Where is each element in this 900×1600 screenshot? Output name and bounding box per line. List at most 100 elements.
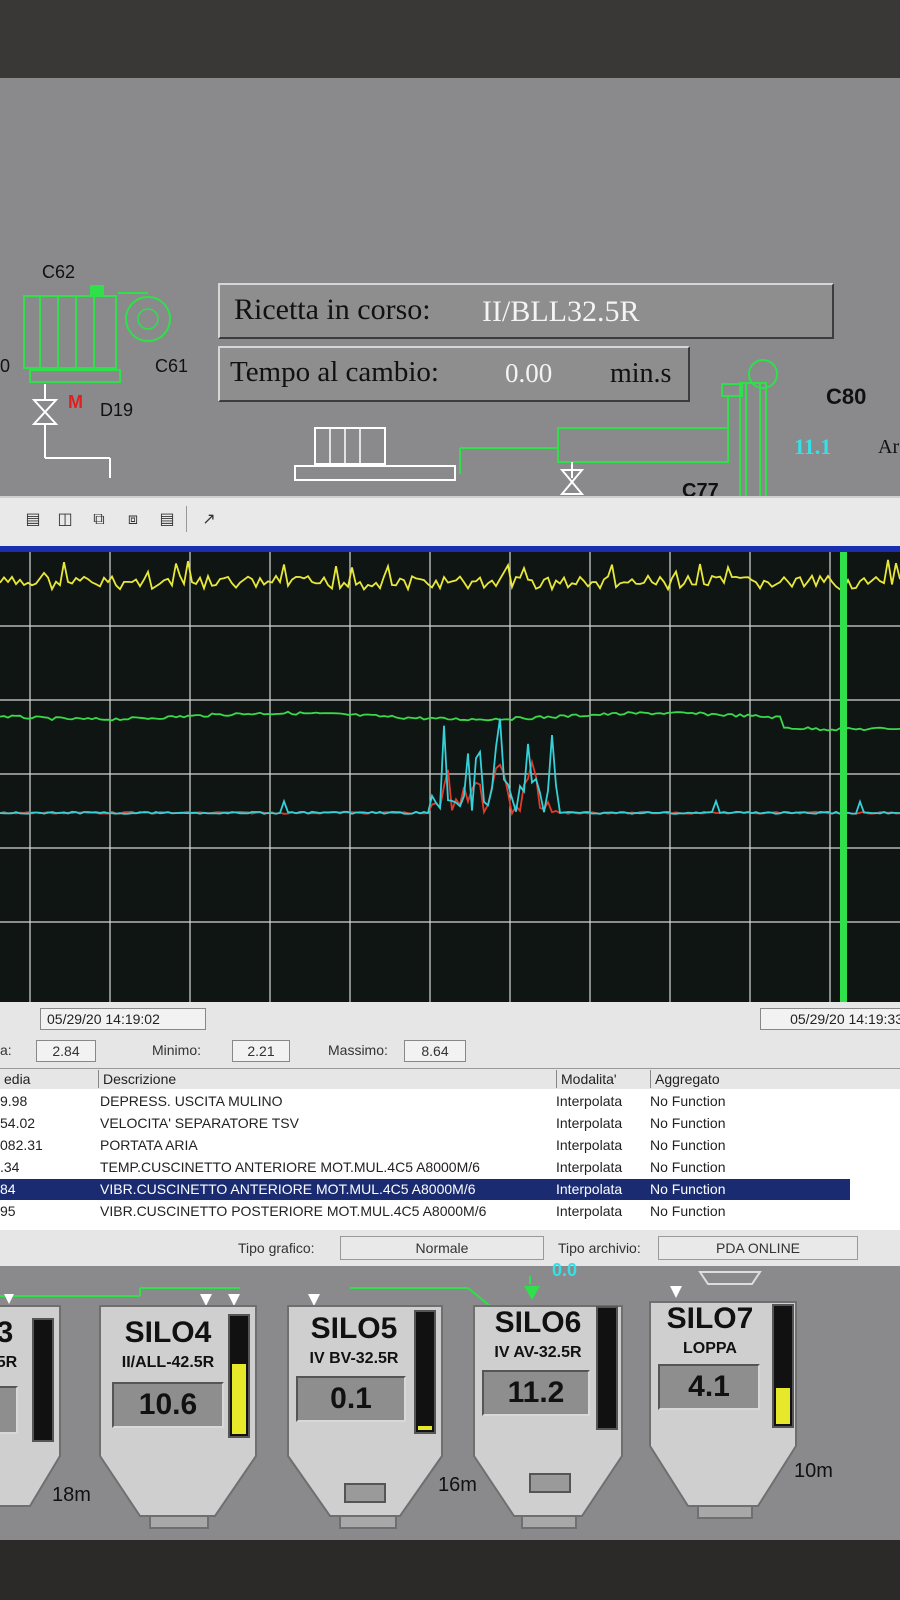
value-cyan: 11.1 xyxy=(794,434,832,459)
motor-status-m: M xyxy=(68,392,83,412)
table-row[interactable]: 082.31 PORTATA ARIA Interpolata No Function xyxy=(0,1135,850,1156)
cell-mode: Interpolata xyxy=(556,1181,623,1197)
pen-icon[interactable]: ↗ xyxy=(198,508,220,530)
distance-16m: 16m xyxy=(438,1474,477,1496)
media-value: 2.84 xyxy=(36,1040,96,1062)
pens-table: edia Descrizione Modalita' Aggregato 9.9… xyxy=(0,1068,900,1231)
stats-row: a: 2.84 Minimo: 2.21 Massimo: 8.64 xyxy=(0,1036,900,1068)
timestamp-row: 05/29/20 14:19:02 05/29/20 14:19:33 xyxy=(0,1002,900,1036)
trend-chart[interactable] xyxy=(0,546,900,1006)
silo6-level-meter xyxy=(596,1306,618,1430)
export-icon[interactable]: ⧈ xyxy=(122,508,144,530)
cell-agg: No Function xyxy=(650,1203,726,1219)
silo7-sub: LOPPA xyxy=(683,1340,737,1357)
change-value: 0.00 xyxy=(505,358,553,388)
cell-mode: Interpolata xyxy=(556,1137,623,1153)
cell-media: 082.31 xyxy=(0,1137,43,1153)
start-timestamp[interactable]: 05/29/20 14:19:02 xyxy=(40,1008,206,1030)
silo5-value: 0.1 xyxy=(296,1376,406,1422)
silo5-sub: IV BV-32.5R xyxy=(309,1350,399,1367)
table-row[interactable]: 54.02 VELOCITA' SEPARATORE TSV Interpolata… xyxy=(0,1113,850,1134)
table-row[interactable]: 84 VIBR.CUSCINETTO ANTERIORE MOT.MUL.4C5 … xyxy=(0,1179,850,1200)
silo5-level-meter xyxy=(414,1310,436,1434)
min-label: Minimo: xyxy=(152,1042,202,1058)
grid-icon[interactable]: ▤ xyxy=(22,508,44,530)
silo6-sub: IV AV-32.5R xyxy=(494,1344,582,1361)
label-c80: C80 xyxy=(826,384,867,409)
cell-agg: No Function xyxy=(650,1181,726,1197)
label-d19: D19 xyxy=(100,400,134,420)
silo3-level-meter xyxy=(32,1318,54,1442)
silo4-value: 10.6 xyxy=(112,1382,224,1428)
time-cursor[interactable] xyxy=(840,552,847,1006)
cell-mode: Interpolata xyxy=(556,1159,623,1175)
recipe-value: II/BLL32.5R xyxy=(482,295,640,328)
table-header: edia Descrizione Modalita' Aggregato xyxy=(0,1069,900,1089)
silo4-level-meter xyxy=(228,1314,250,1438)
cell-media: .34 xyxy=(0,1159,20,1175)
cell-media: 54.02 xyxy=(0,1115,36,1131)
cell-desc: PORTATA ARIA xyxy=(100,1137,198,1153)
tipo-grafico-label: Tipo grafico: xyxy=(238,1240,315,1256)
silo3-value xyxy=(0,1386,18,1434)
trend-chart-container xyxy=(0,540,900,1006)
silos-area: 3 5R SILO4 II/ALL-42.5R 10.6 SILO5 IV BV… xyxy=(0,1260,900,1558)
recipe-label: Ricetta in corso: xyxy=(234,293,431,326)
silo4-sub: II/ALL-42.5R xyxy=(121,1354,215,1371)
silo7-level-fill xyxy=(776,1388,790,1424)
silo4-name: SILO4 xyxy=(124,1316,212,1349)
end-timestamp[interactable]: 05/29/20 14:19:33 xyxy=(760,1008,900,1030)
silo7-value: 4.1 xyxy=(658,1364,760,1410)
change-label: Tempo al cambio: xyxy=(230,356,439,388)
cell-mode: Interpolata xyxy=(556,1115,623,1131)
distance-10m: 10m xyxy=(794,1460,833,1482)
silo3-sub: 5R xyxy=(0,1354,18,1371)
stack-icon[interactable]: ⧉ xyxy=(88,508,110,530)
scada-overview: C62 C61 0 M D19 C80 C77 11.1 Ar Ricetta … xyxy=(0,78,900,502)
cell-desc: VELOCITA' SEPARATORE TSV xyxy=(100,1115,299,1131)
silo7-name: SILO7 xyxy=(666,1302,754,1335)
header-modalita[interactable]: Modalita' xyxy=(556,1070,647,1088)
max-label: Massimo: xyxy=(328,1042,388,1058)
cell-mode: Interpolata xyxy=(556,1203,623,1219)
min-value: 2.21 xyxy=(232,1040,290,1062)
header-descrizione[interactable]: Descrizione xyxy=(98,1070,551,1088)
silo4-level-fill xyxy=(232,1364,246,1434)
table-row[interactable]: .34 TEMP.CUSCINETTO ANTERIORE MOT.MUL.4C5… xyxy=(0,1157,850,1178)
header-aggregato[interactable]: Aggregato xyxy=(650,1070,851,1088)
chart-top-border xyxy=(0,546,900,552)
silo5-level-fill xyxy=(418,1426,432,1430)
toolbar-separator xyxy=(186,506,187,532)
trend-toolbar: ▤ ◫ ⧉ ⧈ ▤ ↗ xyxy=(0,496,900,542)
table-icon[interactable]: ◫ xyxy=(54,508,76,530)
silo5-name: SILO5 xyxy=(310,1312,398,1345)
cell-mode: Interpolata xyxy=(556,1093,623,1109)
silo6-value: 11.2 xyxy=(482,1370,590,1416)
copy-icon[interactable]: ▤ xyxy=(156,508,178,530)
distance-18m: 18m xyxy=(52,1484,91,1506)
tipo-grafico-select[interactable]: Normale xyxy=(340,1236,544,1260)
tipo-archivio-select[interactable]: PDA ONLINE xyxy=(658,1236,858,1260)
cell-agg: No Function xyxy=(650,1115,726,1131)
cell-desc: VIBR.CUSCINETTO ANTERIORE MOT.MUL.4C5 A8… xyxy=(100,1181,476,1197)
silo7-level-meter xyxy=(772,1304,794,1428)
cell-agg: No Function xyxy=(650,1137,726,1153)
table-row[interactable]: 95 VIBR.CUSCINETTO POSTERIORE MOT.MUL.4C5… xyxy=(0,1201,850,1222)
silo3-name: 3 xyxy=(0,1316,14,1349)
cell-media: 84 xyxy=(0,1181,16,1197)
monitor-bottom-bezel xyxy=(0,1540,900,1600)
cell-media: 95 xyxy=(0,1203,16,1219)
chart-background xyxy=(0,546,900,1006)
scada-screen: C62 C61 0 M D19 C80 C77 11.1 Ar Ricetta … xyxy=(0,78,900,1558)
change-unit: min.s xyxy=(610,358,672,389)
header-media[interactable]: edia xyxy=(0,1070,94,1088)
silo6-top-value: 0.0 xyxy=(552,1260,578,1280)
change-time-panel: Tempo al cambio: 0.00 min.s xyxy=(218,346,690,402)
table-row[interactable]: 9.98 DEPRESS. USCITA MULINO Interpolata No … xyxy=(0,1091,850,1112)
cell-agg: No Function xyxy=(650,1093,726,1109)
tipo-row: Tipo grafico: Normale Tipo archivio: PDA… xyxy=(0,1230,900,1266)
label-left-fragment: 0 xyxy=(0,356,11,376)
label-c61: C61 xyxy=(155,356,189,376)
label-c62: C62 xyxy=(42,262,76,282)
cell-desc: VIBR.CUSCINETTO POSTERIORE MOT.MUL.4C5 A… xyxy=(100,1203,487,1219)
